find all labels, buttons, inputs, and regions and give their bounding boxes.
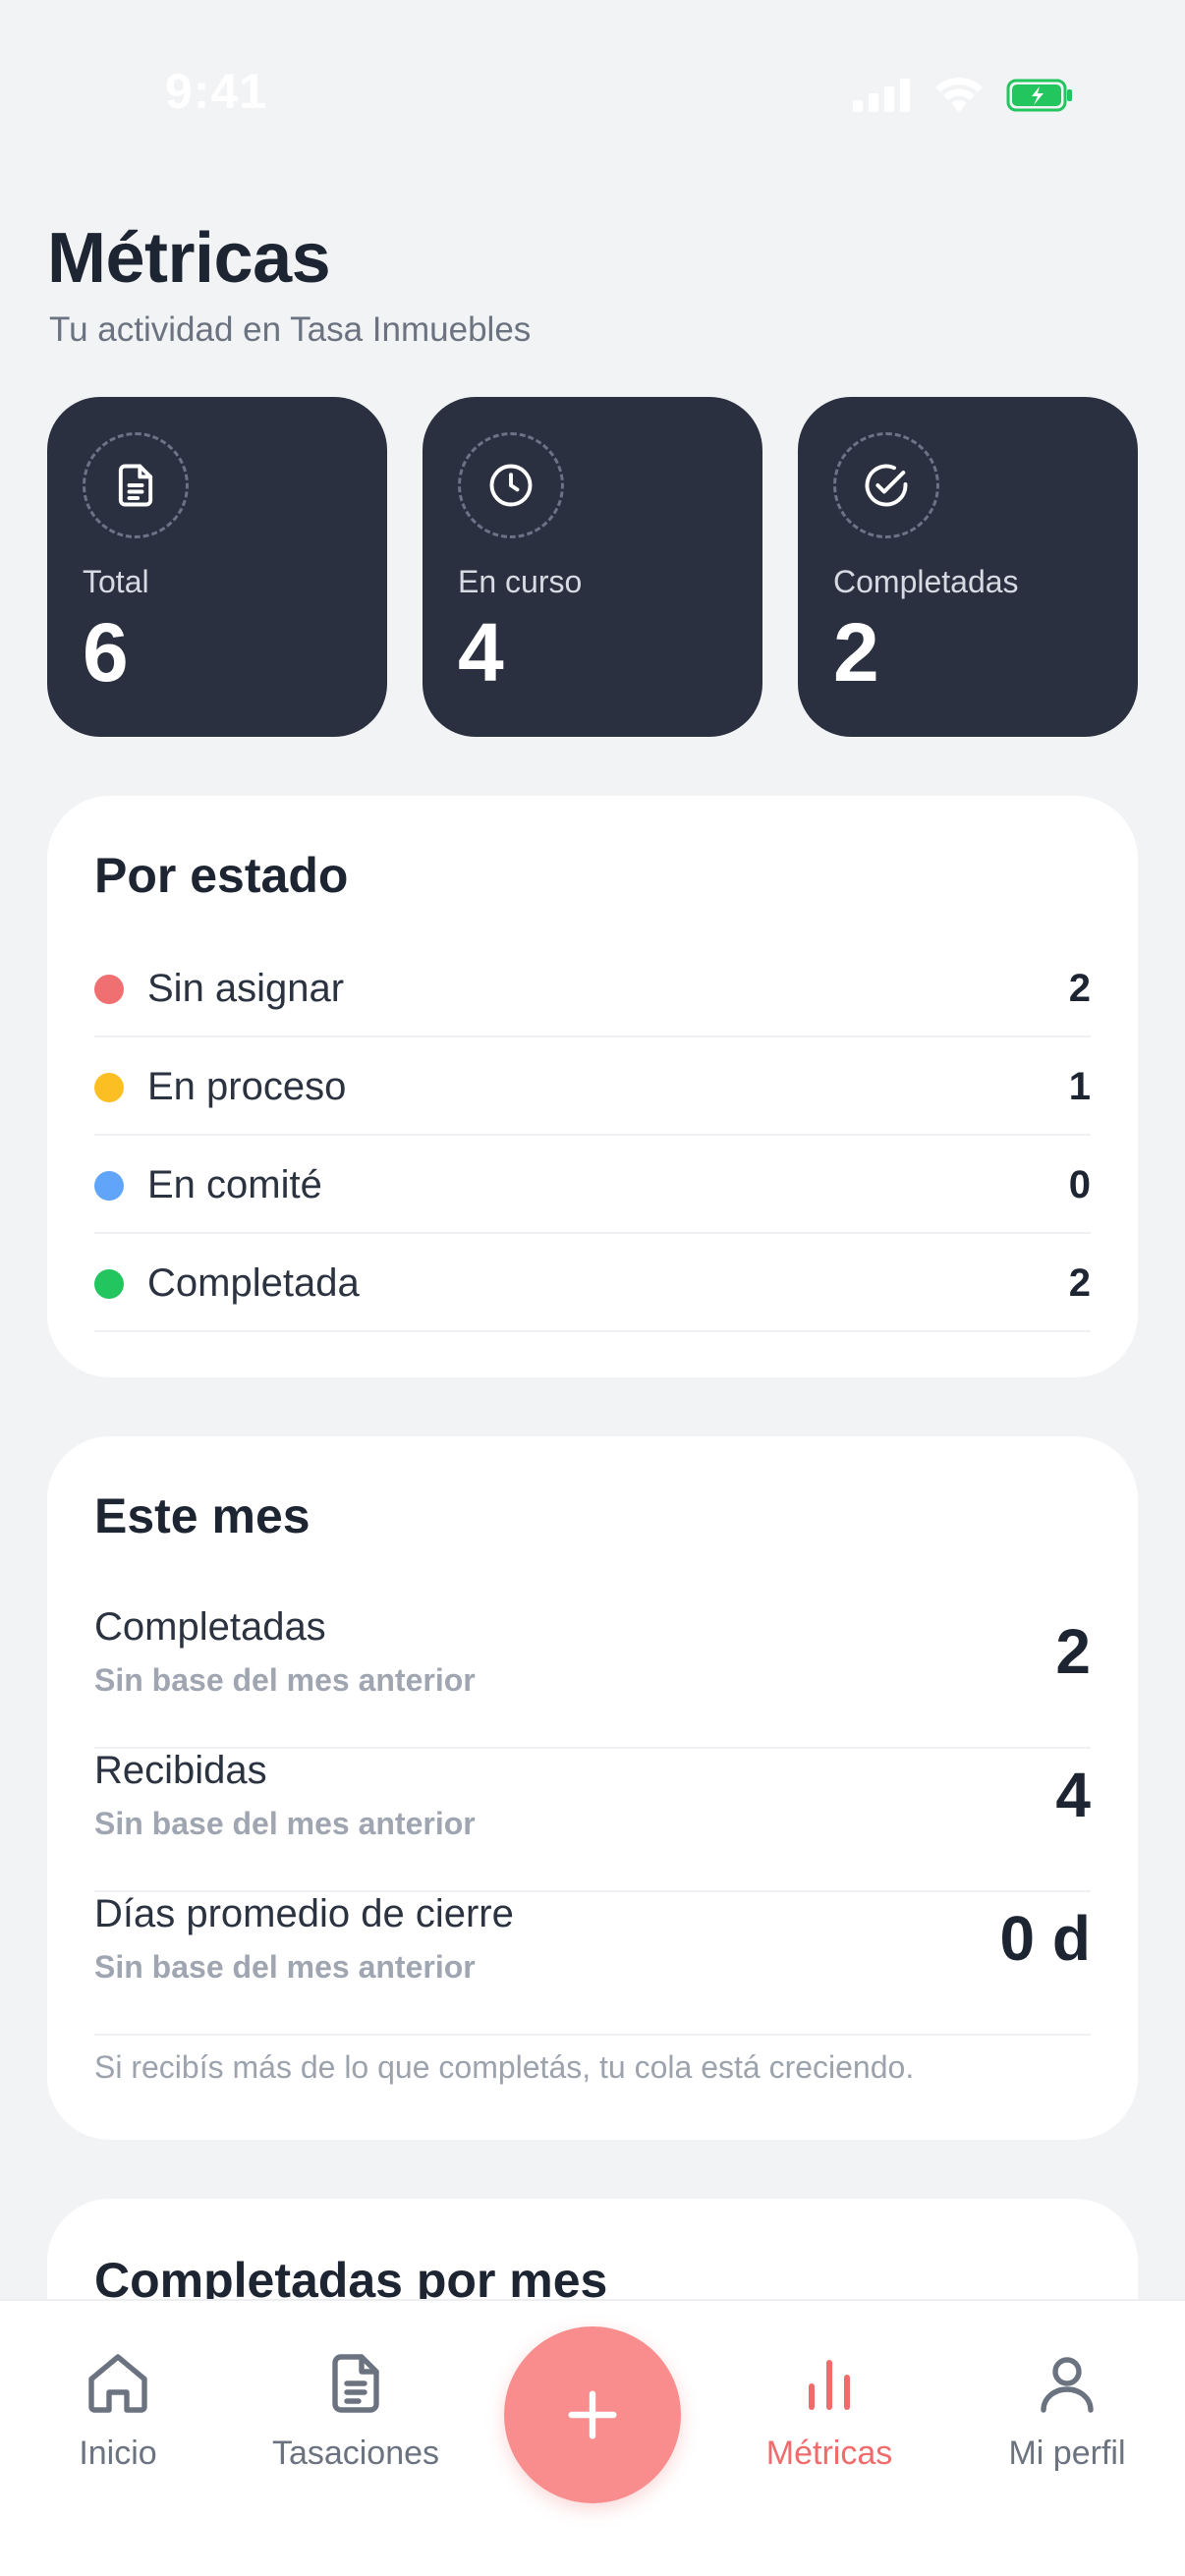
stat-icon-ring: [83, 432, 189, 538]
page-subtitle: Tu actividad en Tasa Inmuebles: [49, 310, 532, 349]
stat-label: Completadas: [833, 564, 1019, 599]
stat-value: 6: [83, 606, 129, 699]
nav-item-tasaciones[interactable]: Tasaciones: [238, 2344, 474, 2501]
document-icon: [118, 464, 153, 507]
battery-icon: [1006, 79, 1072, 112]
check-circle-icon: [865, 464, 908, 507]
stats-row: Total 6 En curso 4 Completadas 2: [47, 397, 1138, 737]
month-value: 2: [1055, 1616, 1091, 1687]
month-label: Recibidas: [94, 1749, 267, 1792]
panel-title: Este mes: [94, 1488, 310, 1543]
signal-icon: [853, 79, 910, 112]
stat-card-total[interactable]: Total 6: [47, 397, 387, 737]
nav-label: Mi perfil: [1008, 2435, 1126, 2472]
month-value: 4: [1055, 1760, 1091, 1830]
nav-item-metricas[interactable]: Métricas: [711, 2344, 947, 2501]
document-icon: [316, 2344, 395, 2423]
clock-icon: [489, 464, 533, 507]
month-panel: Este mes Completadas Sin base del mes an…: [47, 1436, 1138, 2140]
stat-card-en-curso[interactable]: En curso 4: [423, 397, 762, 737]
month-row-recibidas: Recibidas Sin base del mes anterior 4: [94, 1749, 1091, 1892]
month-value: 0 d: [999, 1903, 1091, 1974]
status-count: 0: [1068, 1163, 1091, 1206]
panel-title: Por estado: [94, 848, 349, 903]
status-row-sin-asignar[interactable]: Sin asignar 2: [94, 939, 1091, 1037]
bar-chart-icon: [790, 2344, 869, 2423]
status-dot: [94, 1171, 124, 1201]
wifi-icon: [935, 78, 983, 112]
plus-icon: [568, 2390, 617, 2439]
status-name: Completada: [147, 1261, 360, 1305]
nav-item-mi-perfil[interactable]: Mi perfil: [949, 2344, 1185, 2501]
status-icons: [853, 77, 1075, 114]
month-note: Si recibís más de lo que completás, tu c…: [94, 2049, 915, 2085]
month-sub: Sin base del mes anterior: [94, 1806, 476, 1841]
status-name: Sin asignar: [147, 967, 345, 1010]
nav-label: Tasaciones: [271, 2435, 440, 2472]
status-name: En comité: [147, 1163, 322, 1206]
stat-value: 2: [833, 606, 879, 699]
status-bar: 9:41: [0, 0, 1185, 196]
page-title: Métricas: [47, 219, 331, 298]
month-sub: Sin base del mes anterior: [94, 1662, 476, 1698]
status-dot: [94, 975, 124, 1004]
nav-item-inicio[interactable]: Inicio: [0, 2344, 236, 2501]
stat-card-completadas[interactable]: Completadas 2: [798, 397, 1138, 737]
nav-label: Métricas: [765, 2435, 893, 2472]
status-dot: [94, 1073, 124, 1102]
stat-icon-ring: [458, 432, 564, 538]
status-panel: Por estado Sin asignar 2 En proceso 1 En…: [47, 796, 1138, 1377]
add-button[interactable]: [504, 2326, 681, 2503]
bottom-nav: Inicio Tasaciones Métricas Mi perfil: [0, 2299, 1185, 2576]
user-icon: [1028, 2344, 1106, 2423]
stat-label: Total: [83, 564, 149, 599]
nav-label: Inicio: [79, 2435, 157, 2472]
status-count: 1: [1068, 1065, 1091, 1108]
status-row-en-comite[interactable]: En comité 0: [94, 1136, 1091, 1234]
status-count: 2: [1068, 967, 1091, 1010]
status-count: 2: [1068, 1261, 1091, 1305]
month-sub: Sin base del mes anterior: [94, 1949, 476, 1985]
status-dot: [94, 1269, 124, 1299]
stat-icon-ring: [833, 432, 939, 538]
stat-label: En curso: [458, 564, 583, 599]
month-label: Completadas: [94, 1605, 326, 1649]
home-icon: [79, 2344, 157, 2423]
status-row-completada[interactable]: Completada 2: [94, 1234, 1091, 1332]
status-name: En proceso: [147, 1065, 347, 1108]
month-label: Días promedio de cierre: [94, 1892, 514, 1935]
month-row-dias-promedio: Días promedio de cierre Sin base del mes…: [94, 1892, 1091, 2036]
stat-value: 4: [458, 606, 504, 699]
status-row-en-proceso[interactable]: En proceso 1: [94, 1037, 1091, 1136]
month-row-completadas: Completadas Sin base del mes anterior 2: [94, 1605, 1091, 1749]
status-time: 9:41: [165, 64, 268, 119]
